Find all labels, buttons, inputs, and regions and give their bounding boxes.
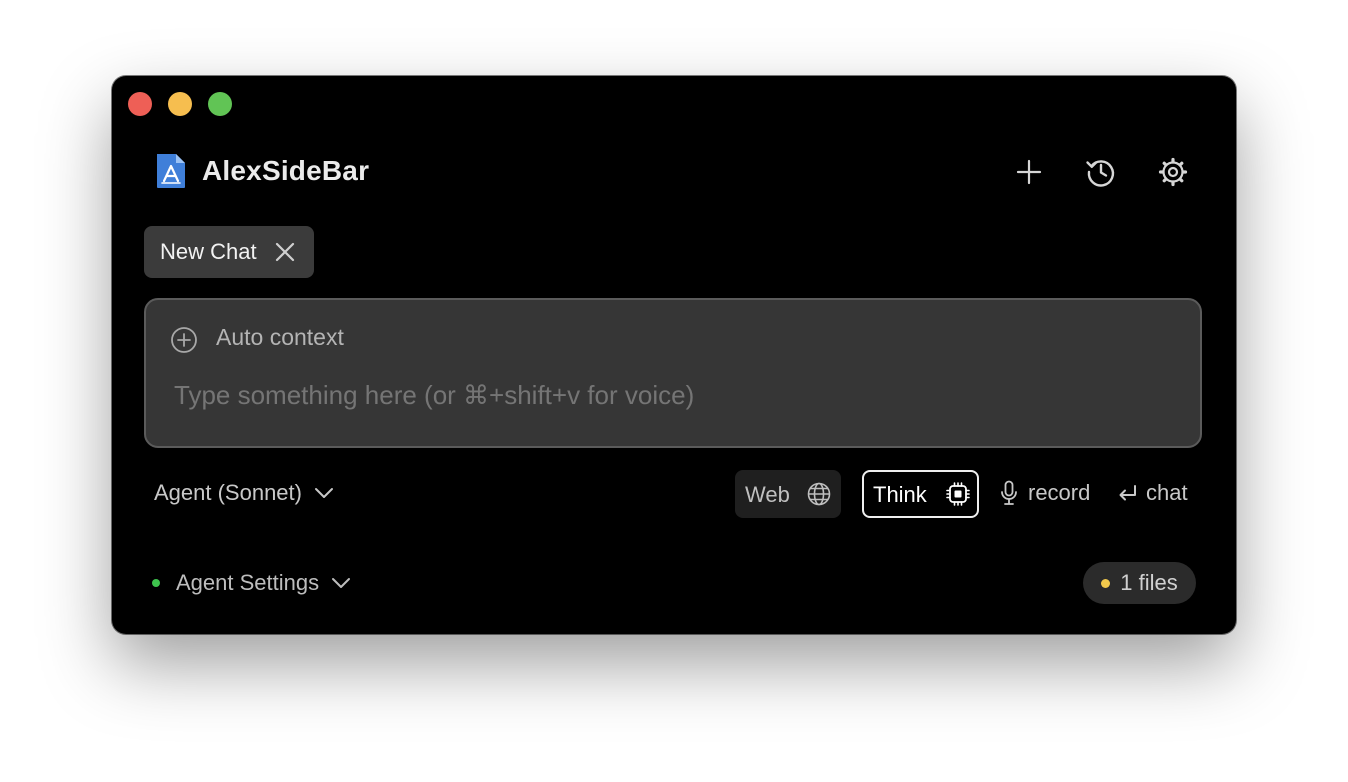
window-controls [128,92,232,116]
cpu-chip-icon [946,482,970,506]
app-document-icon [154,152,188,190]
tab-close-button[interactable] [274,241,296,263]
files-status-dot [1101,578,1111,588]
app-window: AlexSideBar New Chat Auto context Type s… [112,76,1236,634]
think-toggle-label: Think [873,482,927,507]
history-button[interactable] [1084,155,1118,189]
files-badge[interactable]: 1 files [1083,562,1196,604]
send-chat-button[interactable]: chat [1118,480,1188,506]
minimize-window-button[interactable] [168,92,192,116]
new-chat-button[interactable] [1012,155,1046,189]
agent-settings-toggle[interactable]: Agent Settings [152,570,351,596]
model-selector[interactable]: Agent (Sonnet) [154,480,334,506]
chat-message-input[interactable] [174,380,1164,411]
web-toggle-label: Web [745,482,790,507]
chevron-down-icon [332,578,351,588]
circle-plus-icon [171,327,197,353]
files-count-label: 1 files [1120,570,1178,595]
app-title: AlexSideBar [202,155,370,186]
send-chat-label: chat [1146,480,1188,505]
microphone-icon [1001,480,1017,505]
gear-icon [1158,157,1188,187]
return-arrow-icon [1119,485,1136,501]
record-button[interactable]: record [1000,480,1090,506]
tab-new-chat[interactable]: New Chat [144,226,314,278]
think-toggle-button[interactable]: Think [862,470,979,518]
record-label: record [1028,480,1091,505]
plus-icon [1016,159,1042,185]
agent-settings-label: Agent Settings [176,570,320,595]
settings-button[interactable] [1156,155,1190,189]
chevron-down-icon [314,488,333,498]
chat-input-box: Auto context [144,298,1202,448]
app-header: AlexSideBar [154,152,1196,192]
status-dot [152,579,160,587]
history-icon [1086,160,1115,187]
tab-label: New Chat [160,239,257,264]
web-toggle-button[interactable]: Web [735,470,841,518]
model-selector-label: Agent (Sonnet) [154,480,302,505]
auto-context-label[interactable]: Auto context [216,324,344,351]
close-icon [275,242,295,262]
zoom-window-button[interactable] [208,92,232,116]
globe-icon [807,482,831,506]
auto-context-button[interactable] [170,326,198,354]
close-window-button[interactable] [128,92,152,116]
